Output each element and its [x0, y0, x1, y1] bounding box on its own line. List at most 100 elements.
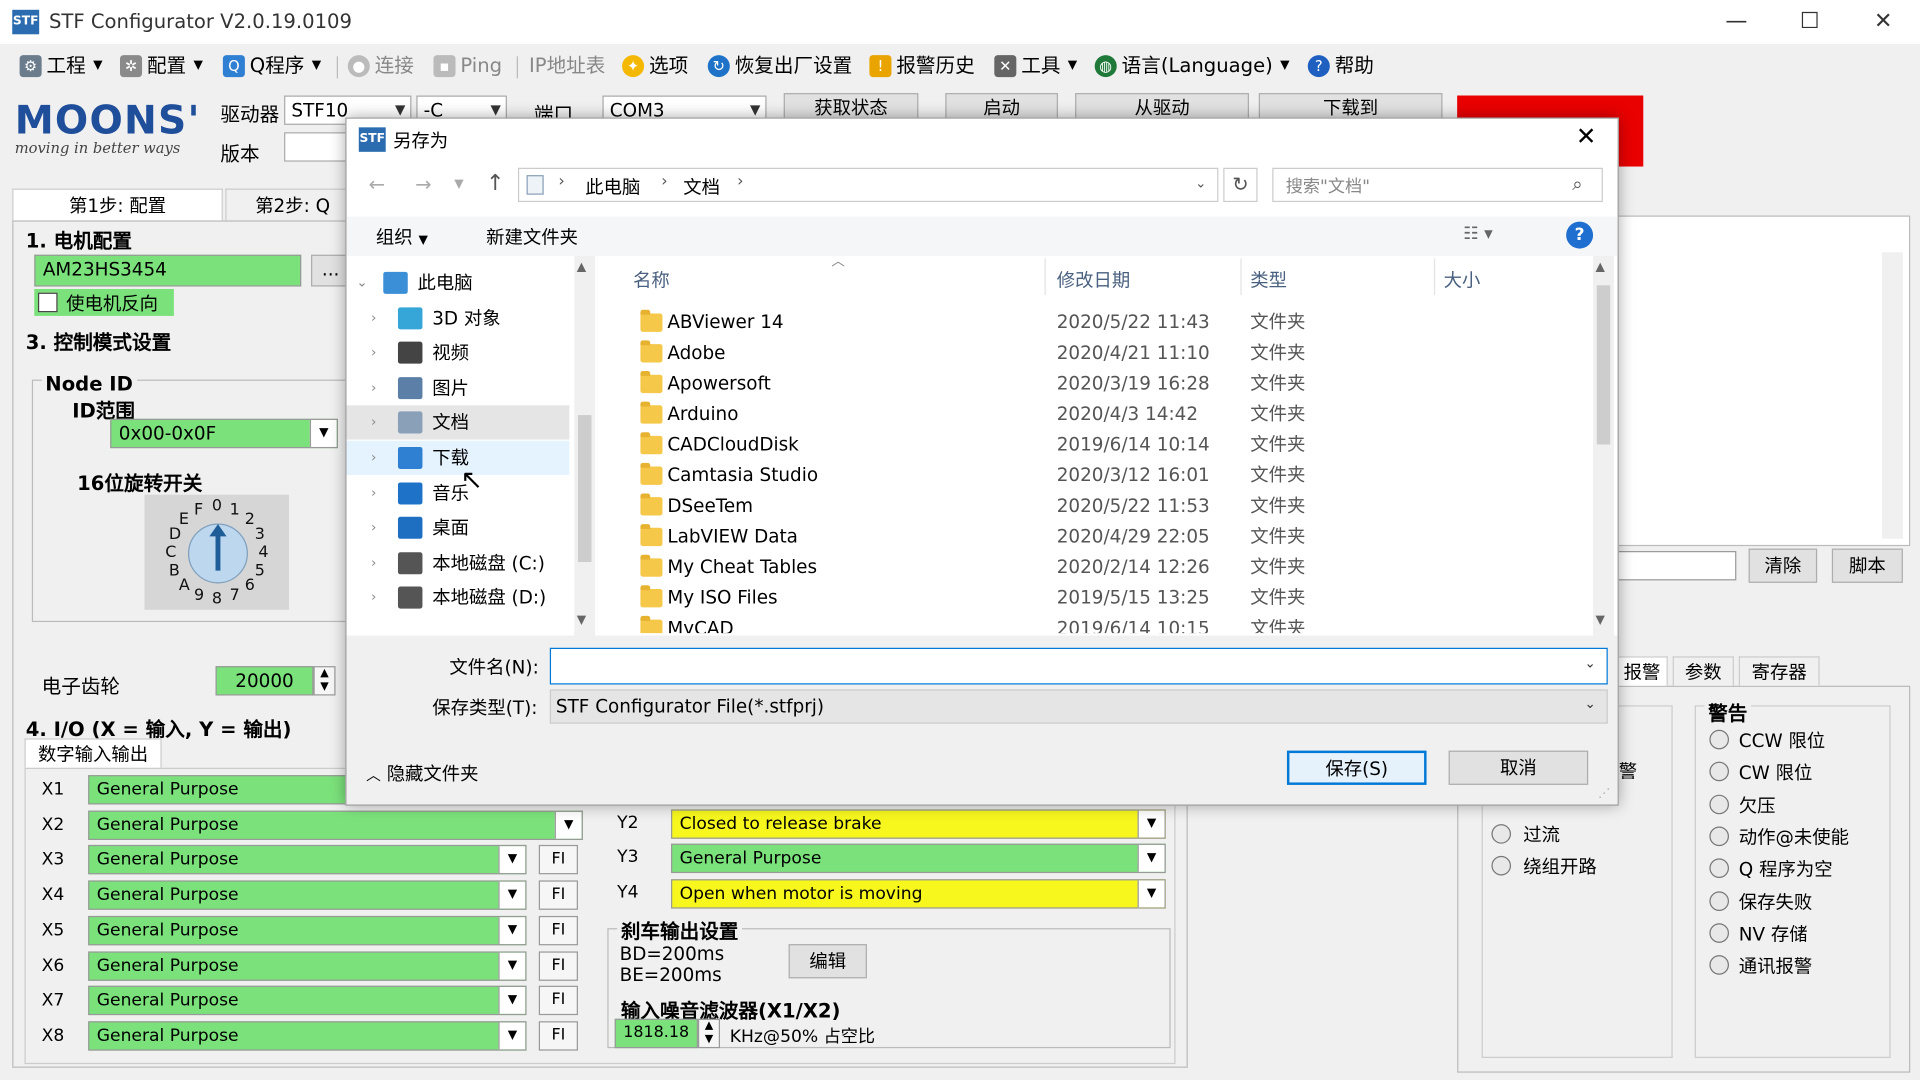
input-function-select[interactable]: General Purpose ▼	[88, 950, 527, 981]
project-menu[interactable]: ⚙ 工程 ▼	[19, 51, 103, 80]
chevron-down-icon: ▼	[498, 881, 526, 909]
tab-alarm[interactable]: 报警	[1616, 656, 1668, 686]
dial-digit: E	[178, 510, 189, 530]
help-label: 帮助	[1334, 53, 1374, 78]
file-row[interactable]: DSeeTem 2020/5/22 11:53 文件夹	[631, 491, 1591, 522]
tab-step1[interactable]: 第1步: 配置	[12, 188, 223, 221]
file-row[interactable]: ABViewer 14 2020/5/22 11:43 文件夹	[631, 307, 1591, 338]
output-function-select[interactable]: Closed to release brake ▼	[671, 809, 1166, 839]
input-function-select[interactable]: General Purpose ▼	[88, 845, 527, 875]
file-scrollbar[interactable]: ▲ ▼	[1593, 255, 1614, 636]
id-range-select[interactable]: 0x00-0x0F ▼	[110, 418, 338, 449]
folder-icon	[640, 554, 663, 577]
tab-registers[interactable]: 寄存器	[1738, 656, 1820, 686]
cancel-button[interactable]: 取消	[1448, 750, 1589, 785]
options-button[interactable]: ✦ 选项	[622, 51, 688, 80]
file-row[interactable]: My ISO Files 2019/5/15 13:25 文件夹	[631, 583, 1591, 614]
language-menu[interactable]: ◍ 语言(Language) ▼	[1094, 51, 1290, 80]
brake-edit-button[interactable]: 编辑	[788, 944, 867, 979]
input-function-select[interactable]: General Purpose ▼	[88, 915, 527, 946]
tools-menu[interactable]: ✕ 工具 ▼	[994, 51, 1077, 80]
qprogram-menu[interactable]: Q Q程序 ▼	[222, 51, 321, 80]
file-row[interactable]: My Cheat Tables 2020/2/14 12:26 文件夹	[631, 552, 1591, 583]
file-row[interactable]: Arduino 2020/4/3 14:42 文件夹	[631, 399, 1591, 430]
file-date: 2020/5/22 11:43	[1056, 311, 1210, 334]
filter-input-button[interactable]: FI	[538, 845, 578, 875]
file-name: MyCAD	[667, 617, 734, 634]
file-scroll-thumb[interactable]	[1596, 285, 1611, 445]
file-row[interactable]: MyCAD 2019/6/14 10:15 文件夹	[631, 613, 1591, 634]
folder-icon	[640, 615, 663, 634]
input-label: X3	[41, 850, 65, 870]
alarm-history-button[interactable]: ! 报警历史	[869, 51, 975, 80]
chevron-down-icon: ▼	[193, 58, 203, 73]
tab-params[interactable]: 参数	[1672, 656, 1734, 686]
monitor-scrollbar[interactable]	[1882, 252, 1903, 539]
chevron-down-icon: ▼	[498, 952, 526, 979]
close-button[interactable]: ✕	[1855, 5, 1911, 39]
connect-button[interactable]: ● 连接	[347, 51, 414, 80]
filename-input[interactable]: ⌄	[549, 647, 1608, 685]
warning-label: CW 限位	[1738, 762, 1813, 785]
filter-input-button[interactable]: FI	[538, 880, 578, 910]
filter-input-button[interactable]: FI	[538, 950, 578, 981]
filetype-select[interactable]: STF Configurator File(*.stfprj) ⌄	[549, 689, 1608, 724]
filter-input-button[interactable]: FI	[538, 915, 578, 946]
file-date: 2020/4/21 11:10	[1056, 341, 1210, 364]
dial-digit: F	[194, 500, 204, 520]
file-name: Arduino	[667, 402, 739, 425]
command-input[interactable]	[1616, 551, 1737, 581]
output-function-select[interactable]: Open when motor is moving ▼	[671, 879, 1166, 909]
resize-grip-icon[interactable]: ⋰	[1598, 787, 1610, 800]
help-button[interactable]: ? 帮助	[1307, 51, 1374, 80]
output-function-select[interactable]: General Purpose ▼	[671, 843, 1166, 874]
clear-button[interactable]: 清除	[1748, 548, 1818, 583]
maximize-button[interactable]: ☐	[1782, 5, 1838, 39]
filename-label: 文件名(N):	[449, 656, 539, 679]
hide-folders-toggle[interactable]: ︿ 隐藏文件夹	[366, 760, 478, 786]
tab-step2[interactable]: 第2步: Q	[225, 188, 361, 221]
filter-unit: KHz@50% 占空比	[729, 1027, 876, 1047]
filter-input-button[interactable]: FI	[538, 985, 578, 1016]
help-icon: ?	[1307, 55, 1330, 78]
filter-spinner[interactable]: ▲ ▼	[697, 1018, 721, 1049]
file-row[interactable]: CADCloudDisk 2019/6/14 10:14 文件夹	[631, 430, 1591, 461]
chevron-down-icon: ▼	[1067, 58, 1078, 73]
reverse-checkbox[interactable]	[37, 292, 58, 313]
save-button[interactable]: 保存(S)	[1286, 750, 1427, 785]
config-menu[interactable]: ✲ 配置 ▼	[120, 51, 203, 80]
file-type: 文件夹	[1250, 341, 1306, 364]
control-section-title: 3. 控制模式设置	[22, 325, 175, 356]
file-row[interactable]: Adobe 2020/4/21 11:10 文件夹	[631, 338, 1591, 369]
script-button[interactable]: 脚本	[1831, 548, 1903, 583]
gear-spinner[interactable]: ▲ ▼	[313, 666, 336, 696]
ip-table-button[interactable]: IP地址表	[529, 51, 605, 80]
reverse-motor-option[interactable]: 使电机反向	[34, 288, 174, 316]
factory-reset-button[interactable]: ↻ 恢复出厂设置	[707, 51, 852, 80]
tab-digital-io[interactable]: 数字输入输出	[24, 738, 162, 768]
warning-label: CCW 限位	[1738, 729, 1826, 752]
input-function-select[interactable]: General Purpose ▼	[88, 985, 527, 1016]
motor-model-field[interactable]: AM23HS3454	[34, 254, 302, 287]
input-function-select[interactable]: General Purpose ▼	[88, 1021, 527, 1051]
monitor-area	[1616, 215, 1911, 547]
filter-field[interactable]: 1818.18	[614, 1018, 698, 1049]
dial-digit: 2	[244, 510, 255, 530]
file-row[interactable]: Camtasia Studio 2020/3/12 16:01 文件夹	[631, 460, 1591, 491]
file-row[interactable]: LabVIEW Data 2020/4/29 22:05 文件夹	[631, 522, 1591, 553]
warning-label: NV 存储	[1738, 923, 1808, 946]
file-type: 文件夹	[1250, 402, 1306, 425]
minimize-button[interactable]: —	[1708, 5, 1764, 39]
input-function-select[interactable]: General Purpose ▼	[88, 880, 527, 910]
ping-button[interactable]: ▪ Ping	[433, 51, 502, 80]
file-row[interactable]: Apowersoft 2020/3/19 16:28 文件夹	[631, 369, 1591, 400]
filter-input-button[interactable]: FI	[538, 1021, 578, 1051]
dial-digit: 4	[258, 543, 269, 563]
warning-indicator	[1709, 890, 1729, 911]
input-function-select[interactable]: General Purpose ▼	[88, 810, 583, 840]
input-label: X8	[41, 1025, 65, 1046]
input-function-value: General Purpose	[96, 850, 239, 870]
gear-field[interactable]: 20000	[215, 666, 314, 696]
save-as-dialog: STF 另存为 ✕ ← → ▼ ↑ › 此电脑 › 文档 › ⌄ ↻ 搜索"文档…	[345, 117, 1619, 806]
dial-digit: 9	[194, 586, 205, 606]
